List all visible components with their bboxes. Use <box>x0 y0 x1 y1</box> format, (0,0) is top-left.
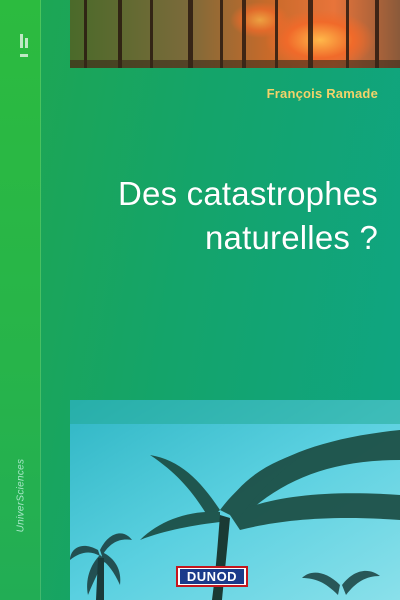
series-spine: UniverSciences <box>0 0 41 600</box>
title-line-2: naturelles ? <box>204 219 378 256</box>
series-logo-icon <box>20 34 28 57</box>
book-title: Des catastrophes naturelles ? <box>48 172 378 260</box>
publisher-logo: DUNOD <box>176 566 248 587</box>
forest-fire-photo <box>70 0 400 68</box>
title-line-1: Des catastrophes <box>118 175 378 212</box>
series-name: UniverSciences <box>15 458 27 532</box>
book-cover: UniverSciences François Ramade Des catas… <box>0 0 400 600</box>
author-name: François Ramade <box>266 86 378 101</box>
publisher-name: DUNOD <box>180 569 244 584</box>
